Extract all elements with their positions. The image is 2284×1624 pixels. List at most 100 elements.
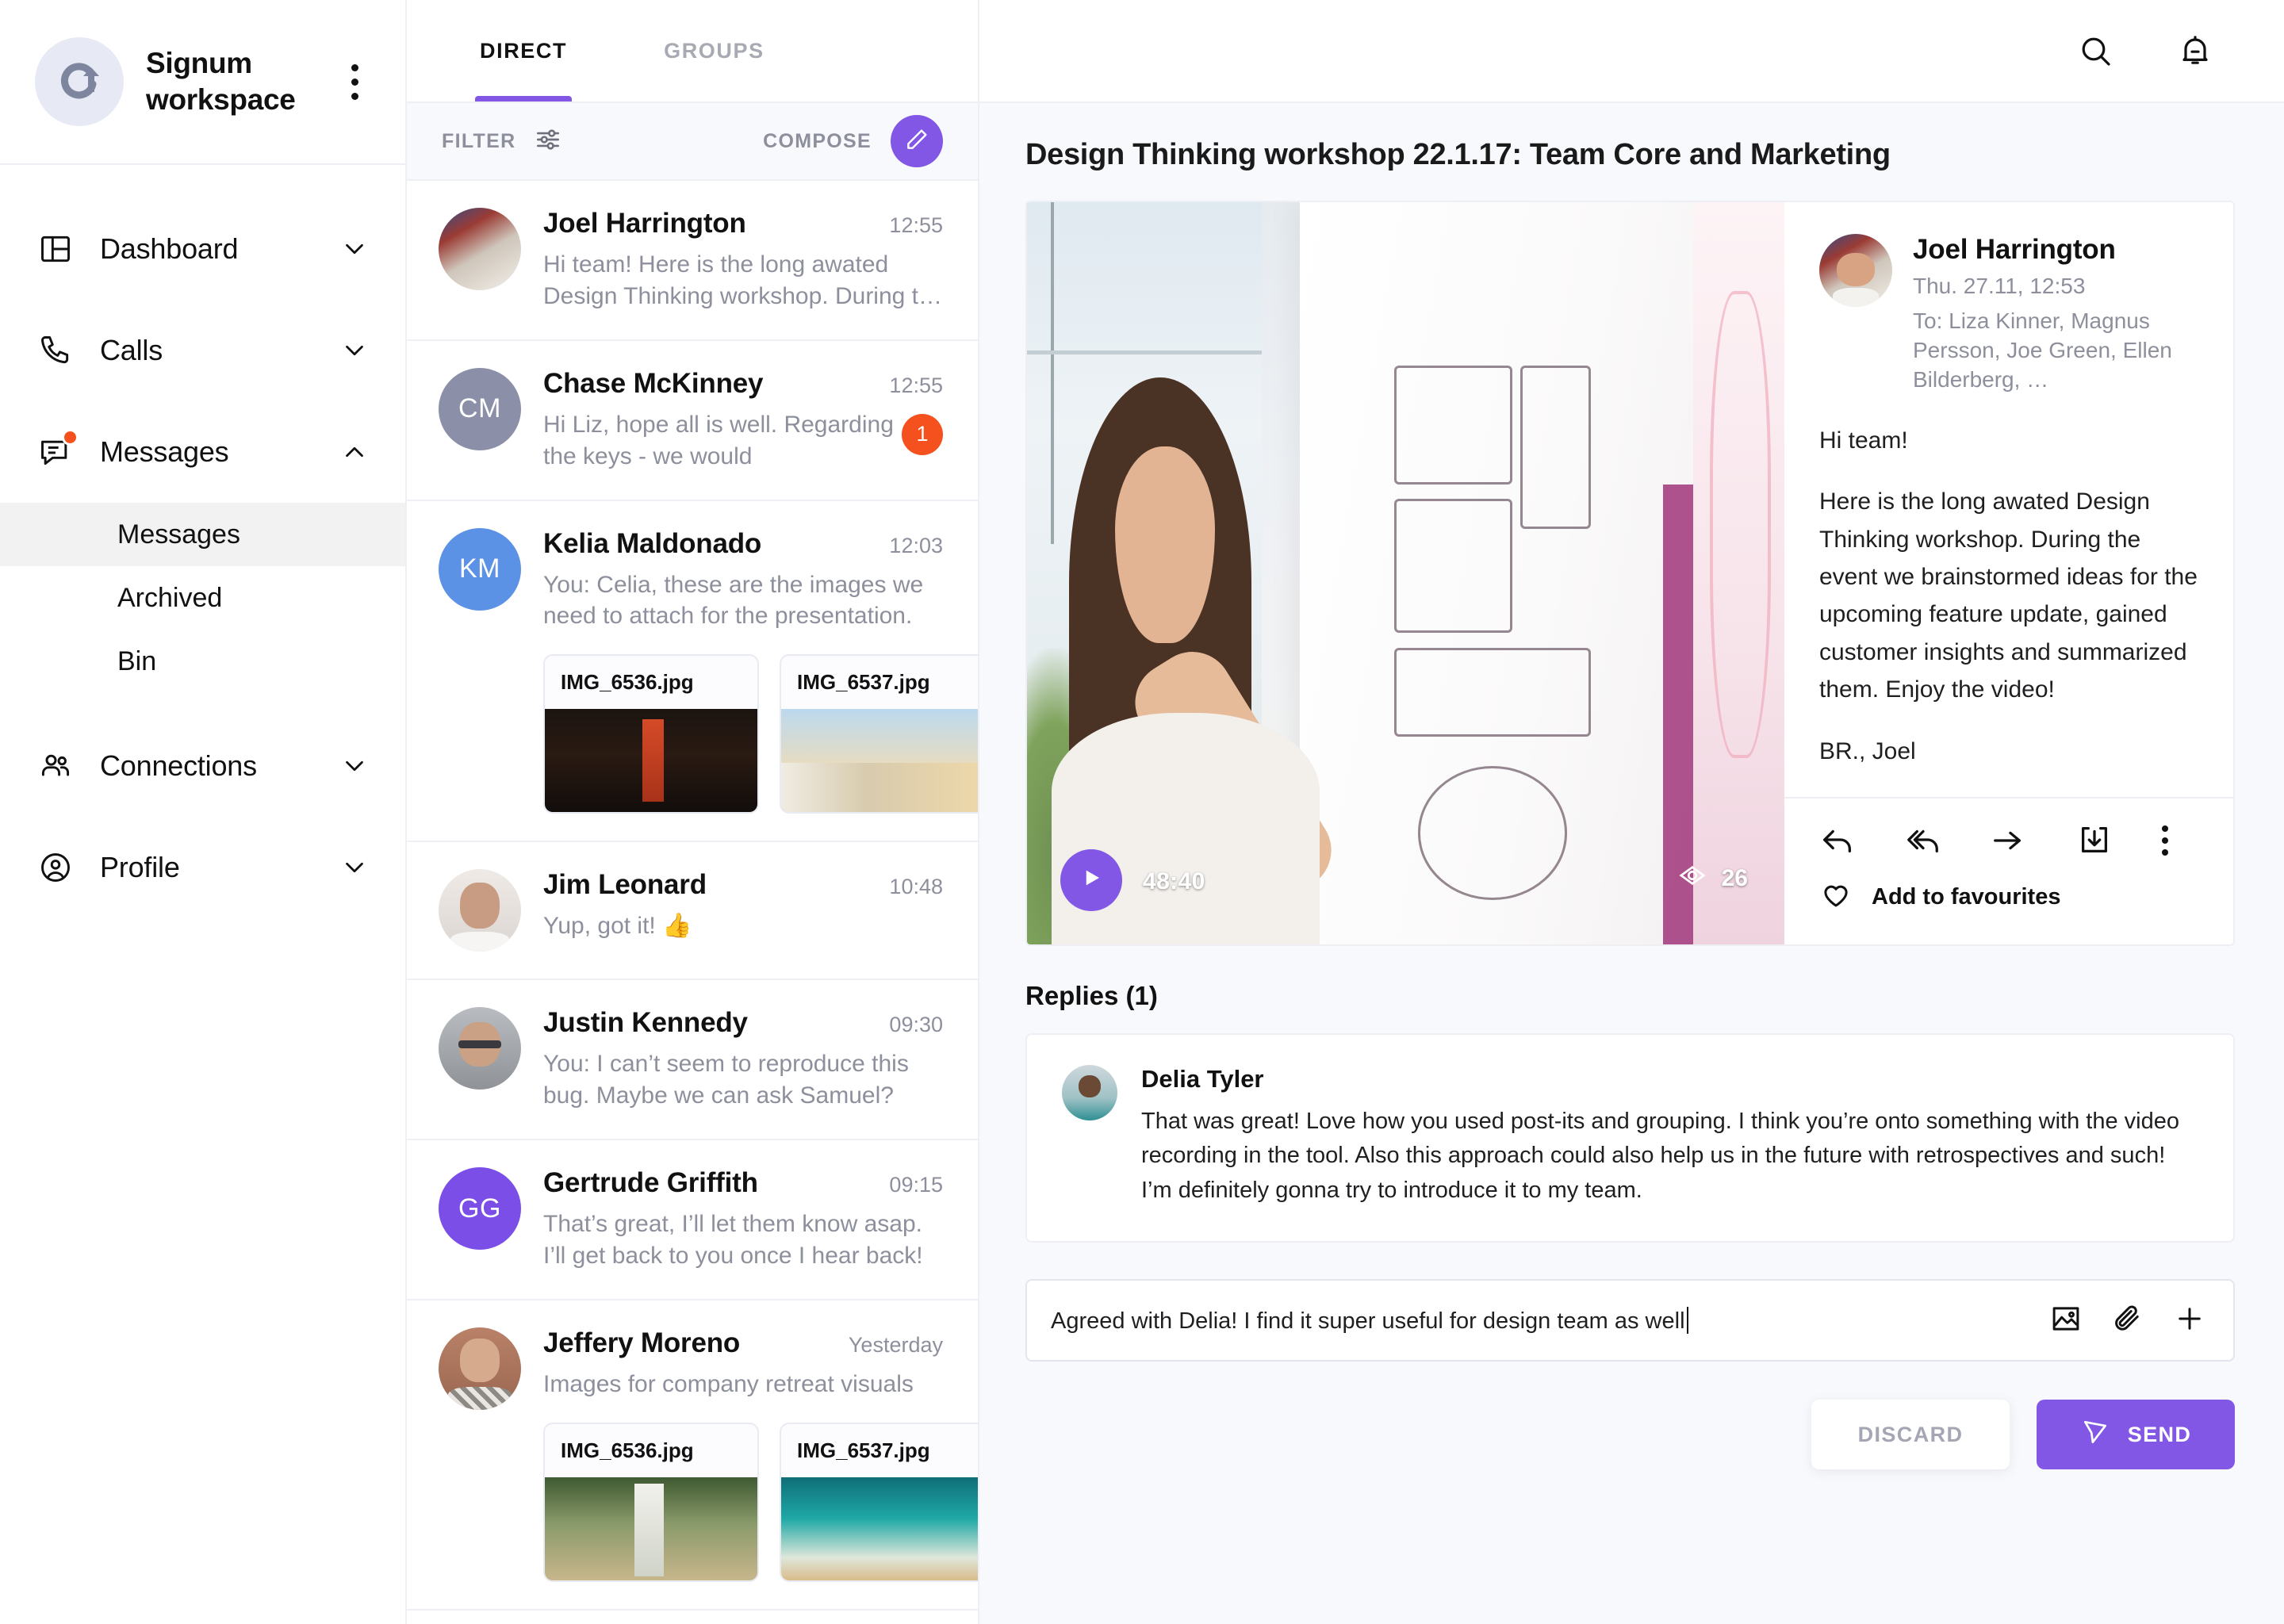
chevron-down-icon[interactable] bbox=[339, 751, 370, 781]
chevron-down-icon[interactable] bbox=[339, 335, 370, 366]
chevron-up-icon[interactable] bbox=[339, 437, 370, 467]
filter-button[interactable]: FILTER bbox=[442, 124, 563, 159]
thread-list-column: DIRECT GROUPS FILTER COMPOSE Joel Harrin… bbox=[407, 0, 979, 1624]
forward-icon[interactable] bbox=[1991, 822, 2027, 859]
message-body: Hi team! Here is the long awated Design … bbox=[1784, 422, 2233, 799]
thread-list-item[interactable]: KM Kelia Maldonado 12:03 You: Celia, these … bbox=[407, 500, 978, 843]
sidebar: Signum workspace Dashboard Calls Message… bbox=[0, 0, 407, 1624]
sidebar-subitem-archived[interactable]: Archived bbox=[0, 566, 405, 630]
chevron-down-icon[interactable] bbox=[339, 234, 370, 264]
filter-label: FILTER bbox=[442, 129, 516, 152]
attachment-card[interactable]: IMG_6536.jpg bbox=[543, 654, 759, 814]
thread-list-item[interactable]: Jeffery Moreno Yesterday Images for compan… bbox=[407, 1300, 978, 1611]
detail-content: Design Thinking workshop 22.1.17: Team C… bbox=[979, 103, 2284, 1624]
attachment-thumbnail bbox=[545, 1477, 757, 1580]
message-card: 48:40 26 Joel Harrington Thu. 27.11, 12:… bbox=[1025, 201, 2235, 946]
thread-sender-name: Joel Harrington bbox=[543, 208, 746, 239]
video-thumbnail[interactable]: 48:40 26 bbox=[1027, 202, 1784, 944]
send-icon bbox=[2080, 1417, 2110, 1453]
sidebar-subitem-messages[interactable]: Messages bbox=[0, 503, 405, 566]
pencil-icon bbox=[904, 127, 929, 156]
phone-icon bbox=[35, 330, 76, 371]
thread-timestamp: Yesterday bbox=[848, 1332, 943, 1357]
tab-label: GROUPS bbox=[664, 38, 765, 63]
sliders-icon bbox=[533, 124, 563, 159]
play-button[interactable] bbox=[1060, 848, 1122, 911]
message-sender-block: Joel Harrington Thu. 27.11, 12:53 To: Li… bbox=[1784, 202, 2233, 422]
archive-download-icon[interactable] bbox=[2076, 822, 2113, 859]
thread-preview-text: Hi Liz, hope all is well. Regarding the … bbox=[543, 411, 894, 469]
message-paragraph: BR., Joel bbox=[1819, 737, 1916, 764]
sidebar-item-dashboard[interactable]: Dashboard bbox=[0, 198, 405, 300]
attachment-thumbnail bbox=[781, 709, 978, 813]
thread-list-item[interactable]: Joel Harrington 12:55 Hi team! Here is the… bbox=[407, 181, 978, 341]
sidebar-subitem-label: Bin bbox=[117, 645, 157, 676]
app-root: Signum workspace Dashboard Calls Message… bbox=[0, 0, 2284, 1624]
discard-button[interactable]: DISCARD bbox=[1811, 1400, 2010, 1470]
compose-label: COMPOSE bbox=[763, 129, 872, 152]
thread-list[interactable]: Joel Harrington 12:55 Hi team! Here is the… bbox=[407, 181, 978, 1624]
replies-heading: Replies (1) bbox=[1025, 980, 1158, 1010]
send-label: SEND bbox=[2127, 1422, 2192, 1446]
message-detail-column: Design Thinking workshop 22.1.17: Team C… bbox=[979, 0, 2284, 1624]
unread-indicator-dot bbox=[62, 429, 79, 446]
thread-list-item[interactable]: Jim Leonard 10:48 Yup, got it! 👍 bbox=[407, 842, 978, 981]
attachment-list: IMG_6536.jpg IMG_6537.jpg bbox=[543, 1422, 978, 1582]
sidebar-item-label: Messages bbox=[100, 435, 229, 468]
avatar bbox=[439, 208, 521, 290]
attachment-filename: IMG_6536.jpg bbox=[561, 670, 694, 695]
paperclip-icon[interactable] bbox=[2111, 1302, 2144, 1339]
sidebar-item-messages[interactable]: Messages bbox=[0, 401, 405, 503]
compose-button[interactable] bbox=[891, 115, 943, 167]
compose-area: COMPOSE bbox=[763, 115, 943, 167]
reply-all-icon[interactable] bbox=[1905, 822, 1941, 859]
sidebar-subitem-bin[interactable]: Bin bbox=[0, 630, 405, 693]
thread-sender-name: Kelia Maldonado bbox=[543, 527, 762, 559]
thread-list-item[interactable]: CM Chase McKinney 12:55 Hi Liz, hope all is… bbox=[407, 340, 978, 501]
sidebar-item-label: Profile bbox=[100, 851, 180, 883]
sidebar-item-connections[interactable]: Connections bbox=[0, 715, 405, 817]
thread-list-item[interactable]: GG Gertrude Griffith 09:15 That’s great, I’… bbox=[407, 1140, 978, 1300]
reply-input[interactable]: Agreed with Delia! I find it super usefu… bbox=[1051, 1306, 2025, 1335]
plus-icon[interactable] bbox=[2173, 1302, 2206, 1339]
message-meta: Joel Harrington Thu. 27.11, 12:53 To: Li… bbox=[1784, 202, 2233, 944]
avatar: CM bbox=[439, 367, 521, 450]
eye-icon bbox=[1677, 860, 1707, 897]
sidebar-item-label: Calls bbox=[100, 334, 163, 366]
reply-text: That was great! Love how you used post-i… bbox=[1141, 1108, 2179, 1203]
tab-direct[interactable]: DIRECT bbox=[475, 0, 573, 102]
bell-icon[interactable] bbox=[2176, 32, 2214, 70]
thread-list-item[interactable]: OGOlga GordonYesterdayYou: Ok, no proble… bbox=[407, 1610, 978, 1624]
avatar bbox=[1062, 1064, 1117, 1120]
thread-list-item[interactable]: Justin Kennedy 09:30 You: I can’t seem to … bbox=[407, 980, 978, 1141]
sidebar-subitem-label: Archived bbox=[117, 582, 223, 613]
reply-item: Delia Tyler That was great! Love how you… bbox=[1025, 1032, 2235, 1243]
thread-timestamp: 09:30 bbox=[889, 1013, 943, 1037]
thread-timestamp: 12:03 bbox=[889, 533, 943, 557]
avatar: KM bbox=[439, 527, 521, 611]
sidebar-item-profile[interactable]: Profile bbox=[0, 817, 405, 918]
more-vertical-icon[interactable] bbox=[339, 63, 370, 100]
send-button[interactable]: SEND bbox=[2037, 1400, 2235, 1470]
message-paragraph: Here is the long awated Design Thinking … bbox=[1819, 488, 2198, 703]
reply-composer[interactable]: Agreed with Delia! I find it super usefu… bbox=[1025, 1279, 2235, 1362]
message-paragraph: Hi team! bbox=[1819, 427, 1908, 454]
chevron-down-icon[interactable] bbox=[339, 852, 370, 883]
message-icon bbox=[35, 429, 79, 473]
attachment-card[interactable]: IMG_6536.jpg bbox=[543, 1422, 759, 1582]
tab-groups[interactable]: GROUPS bbox=[659, 0, 769, 102]
more-vertical-icon[interactable] bbox=[2162, 825, 2168, 856]
image-icon[interactable] bbox=[2049, 1302, 2083, 1339]
reply-icon[interactable] bbox=[1819, 822, 1856, 859]
attachment-filename: IMG_6537.jpg bbox=[797, 1438, 930, 1462]
discard-label: DISCARD bbox=[1857, 1422, 1964, 1446]
sidebar-item-label: Dashboard bbox=[100, 232, 239, 265]
sidebar-item-calls[interactable]: Calls bbox=[0, 300, 405, 401]
attachment-card[interactable]: IMG_6537.jpg bbox=[780, 654, 978, 814]
thread-preview-text: Hi team! Here is the long awated Design … bbox=[543, 251, 943, 309]
attachment-card[interactable]: IMG_6537.jpg bbox=[780, 1422, 978, 1582]
sidebar-item-label: Connections bbox=[100, 749, 257, 782]
attachment-thumbnail bbox=[545, 709, 757, 813]
add-to-favourites-button[interactable]: Add to favourites bbox=[1784, 871, 2233, 944]
search-icon[interactable] bbox=[2076, 32, 2114, 70]
